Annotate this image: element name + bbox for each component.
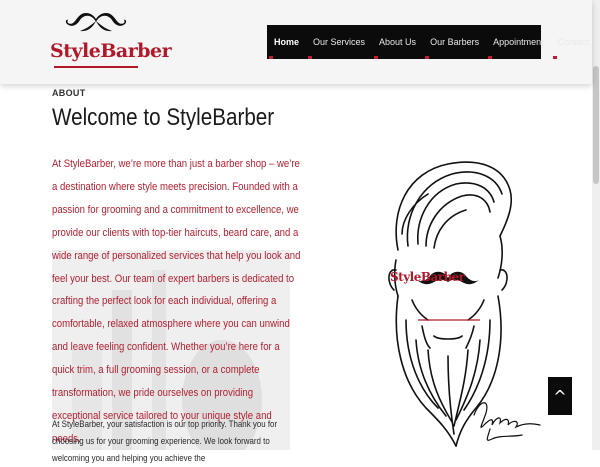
- site-header: StyleBarber Home Our Services About Us O…: [0, 0, 592, 84]
- section-label: ABOUT: [52, 88, 86, 98]
- scrollbar-thumb[interactable]: [593, 66, 599, 184]
- signature: [470, 395, 544, 447]
- about-intro-text: At StyleBarber, we’re more than just a b…: [52, 158, 301, 445]
- nav-accent: [308, 56, 313, 59]
- nav-appointment-label: Appointment: [493, 37, 544, 47]
- nav-home-label: Home: [274, 37, 300, 47]
- nav-accent: [269, 56, 273, 59]
- page-scrollbar[interactable]: [592, 0, 600, 450]
- scroll-to-top-button[interactable]: ^: [548, 377, 572, 415]
- illustration-logo-text: StyleBarber: [390, 270, 465, 284]
- main-nav: Home Our Services About Us Our Barbers A…: [267, 25, 589, 59]
- nav-accent: [374, 56, 379, 59]
- nav-about-us-label: About Us: [379, 37, 417, 47]
- chevron-up-icon: ^: [553, 386, 567, 406]
- site-logo[interactable]: StyleBarber: [48, 10, 172, 74]
- nav-home[interactable]: Home: [267, 25, 306, 59]
- nav-our-services[interactable]: Our Services: [306, 25, 372, 59]
- nav-contact-label: Contact: [557, 37, 589, 47]
- nav-accent: [425, 56, 430, 59]
- nav-our-barbers[interactable]: Our Barbers: [423, 25, 486, 59]
- logo-underline: [54, 66, 138, 68]
- about-second-paragraph: At StyleBarber, your satisfaction is our…: [52, 419, 278, 463]
- nav-accent: [552, 56, 557, 59]
- nav-our-barbers-label: Our Barbers: [430, 37, 480, 47]
- nav-about-us[interactable]: About Us: [372, 25, 423, 59]
- nav-appointment[interactable]: Appointment: [486, 25, 551, 59]
- logo-text: StyleBarber: [50, 40, 172, 62]
- mustache-icon: [65, 13, 127, 32]
- nav-accent: [488, 56, 493, 59]
- nav-contact[interactable]: Contact: [551, 25, 596, 59]
- nav-our-services-label: Our Services: [313, 37, 366, 47]
- page-title: Welcome to StyleBarber: [52, 104, 275, 131]
